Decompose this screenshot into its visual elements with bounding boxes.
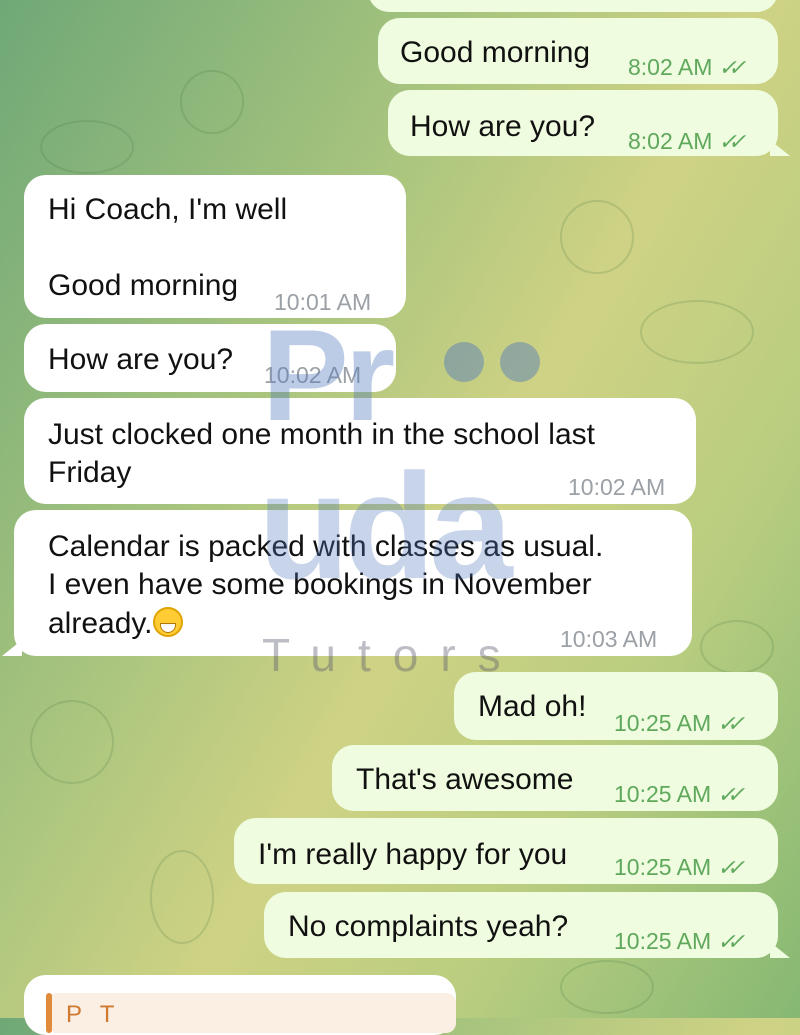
background-doodle: [560, 960, 654, 1014]
message-time: 8:02 AM ✓✓: [628, 122, 746, 161]
read-receipt-icon: ✓✓: [717, 929, 745, 954]
message-text-line: Hi Coach, I'm well: [48, 193, 288, 226]
reply-sender-name: P T: [66, 1001, 121, 1028]
bubble-tail: [770, 942, 790, 958]
background-doodle: [700, 620, 774, 674]
message-bubble-outgoing[interactable]: No complaints yeah? 10:25 AM ✓✓: [264, 892, 790, 961]
message-bubble-outgoing[interactable]: I'm really happy for you 10:25 AM ✓✓: [234, 818, 778, 884]
message-bubble-outgoing[interactable]: How are you? 8:02 AM ✓✓: [388, 90, 790, 156]
background-doodle: [40, 120, 134, 174]
background-doodle: [30, 700, 114, 784]
message-time: 10:25 AM ✓✓: [614, 704, 745, 743]
message-text-line: Good morning: [48, 269, 239, 302]
message-time: 10:02 AM: [568, 474, 666, 500]
message-text: Good morning: [400, 36, 591, 69]
message-text: How are you?: [48, 343, 234, 376]
message-text: No complaints yeah?: [288, 910, 569, 943]
read-receipt-icon: ✓✓: [717, 711, 745, 736]
bubble-tail: [770, 140, 790, 156]
message-text-line: Friday: [48, 456, 132, 489]
background-doodle: [150, 850, 214, 944]
message-bubble-outgoing[interactable]: That's awesome 10:25 AM ✓✓: [332, 745, 778, 811]
read-receipt-icon: ✓✓: [718, 129, 746, 154]
background-doodle: [640, 300, 754, 364]
message-bubble-outgoing[interactable]: Mad oh! 10:25 AM ✓✓: [454, 672, 778, 740]
message-time: 10:25 AM ✓✓: [614, 848, 745, 887]
watermark-logo-text: uda: [258, 442, 513, 610]
message-time: 8:02 AM ✓✓: [628, 48, 746, 87]
read-receipt-icon: ✓✓: [718, 55, 746, 80]
message-text-line-with-emoji: already.: [48, 605, 183, 643]
background-doodle: [180, 70, 244, 134]
message-text: Mad oh!: [478, 690, 587, 723]
watermark-tagline: Tutors: [262, 629, 523, 681]
watermark-logo-text: Pr: [262, 302, 395, 448]
message-bubble-outgoing[interactable]: Good morning 8:02 AM ✓✓: [378, 18, 778, 84]
reply-accent-bar: [46, 993, 52, 1033]
message-text: I'm really happy for you: [258, 838, 568, 871]
message-bubble-partial[interactable]: [368, 0, 778, 12]
bubble-tail: [2, 640, 22, 656]
message-text: How are you?: [410, 110, 596, 143]
watermark-dot: [500, 342, 540, 382]
message-time: 10:25 AM ✓✓: [614, 922, 745, 961]
read-receipt-icon: ✓✓: [717, 855, 745, 880]
message-time: 10:03 AM: [560, 626, 658, 652]
reply-message-card[interactable]: P T: [24, 975, 456, 1035]
grinning-face-emoji-icon: [152, 607, 183, 637]
read-receipt-icon: ✓✓: [717, 782, 745, 807]
message-bubble-incoming[interactable]: Hi Coach, I'm well Good morning 10:01 AM: [24, 175, 406, 318]
background-doodle: [560, 200, 634, 274]
message-time: 10:25 AM ✓✓: [614, 775, 745, 814]
watermark-dot: [444, 342, 484, 382]
message-text: That's awesome: [356, 763, 574, 796]
